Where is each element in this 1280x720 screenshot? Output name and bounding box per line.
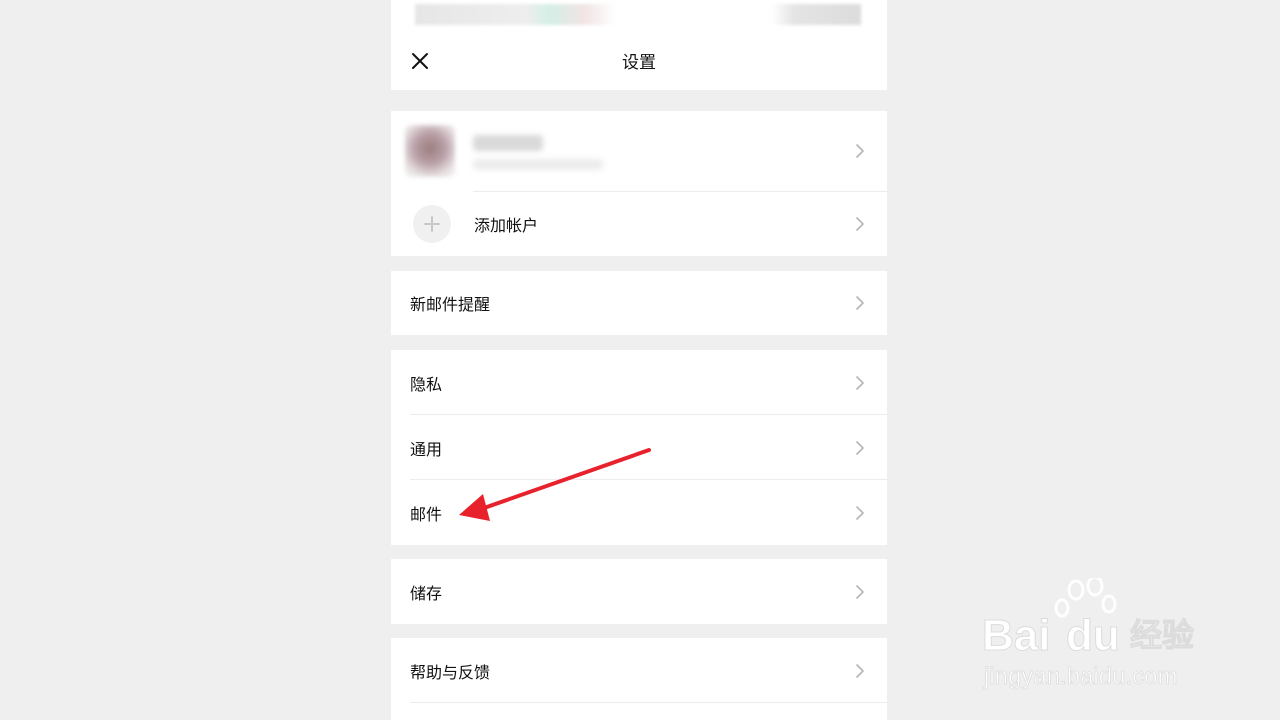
new-mail-alert-row[interactable]: 新邮件提醒 xyxy=(391,271,887,335)
chevron-right-icon xyxy=(856,375,864,390)
add-account-label: 添加帐户 xyxy=(474,215,539,235)
account-email-redacted xyxy=(473,159,603,170)
page-title: 设置 xyxy=(622,53,656,73)
storage-label: 储存 xyxy=(410,583,443,603)
help-feedback-label: 帮助与反馈 xyxy=(410,662,491,682)
chevron-right-icon xyxy=(856,440,864,455)
privacy-row[interactable]: 隐私 xyxy=(391,350,887,415)
chevron-right-icon xyxy=(856,663,864,678)
chevron-right-icon xyxy=(856,296,864,310)
chevron-right-icon xyxy=(856,505,864,520)
add-account-avatar xyxy=(413,205,451,243)
settings-screen: 设置 添加帐户 新邮件提醒 隐私 通用 邮件 储存 帮助与反馈 xyxy=(391,0,887,720)
plus-icon xyxy=(424,216,440,232)
svg-text:经验: 经验 xyxy=(1130,617,1194,653)
general-row[interactable]: 通用 xyxy=(391,415,887,480)
blurred-banner xyxy=(415,4,861,25)
new-mail-alert-label: 新邮件提醒 xyxy=(410,295,491,314)
chevron-right-icon xyxy=(856,144,864,158)
svg-text:du: du xyxy=(1066,611,1120,660)
top-bar: 设置 xyxy=(391,0,887,90)
storage-row[interactable]: 储存 xyxy=(391,559,887,624)
avatar xyxy=(405,125,455,177)
privacy-label: 隐私 xyxy=(410,374,443,394)
divider xyxy=(410,702,887,703)
watermark-brand: Bai xyxy=(982,611,1050,660)
mail-row[interactable]: 邮件 xyxy=(391,480,887,545)
mail-label: 邮件 xyxy=(410,504,443,524)
account-name-redacted xyxy=(473,135,543,151)
help-feedback-row[interactable]: 帮助与反馈 xyxy=(391,638,887,703)
general-label: 通用 xyxy=(410,439,443,459)
help-group: 帮助与反馈 xyxy=(391,638,887,720)
baidu-jingyan-watermark: Bai du 经验 jingyan.baidu.com xyxy=(982,578,1195,690)
preferences-group: 隐私 通用 邮件 xyxy=(391,350,887,545)
storage-group: 储存 xyxy=(391,559,887,624)
chevron-right-icon xyxy=(856,584,864,599)
chevron-right-icon xyxy=(856,216,864,231)
current-account-row[interactable] xyxy=(391,111,887,191)
account-group: 添加帐户 xyxy=(391,111,887,256)
notification-group: 新邮件提醒 xyxy=(391,271,887,335)
watermark-url: jingyan.baidu.com xyxy=(983,663,1177,690)
add-account-row[interactable]: 添加帐户 xyxy=(391,191,887,256)
